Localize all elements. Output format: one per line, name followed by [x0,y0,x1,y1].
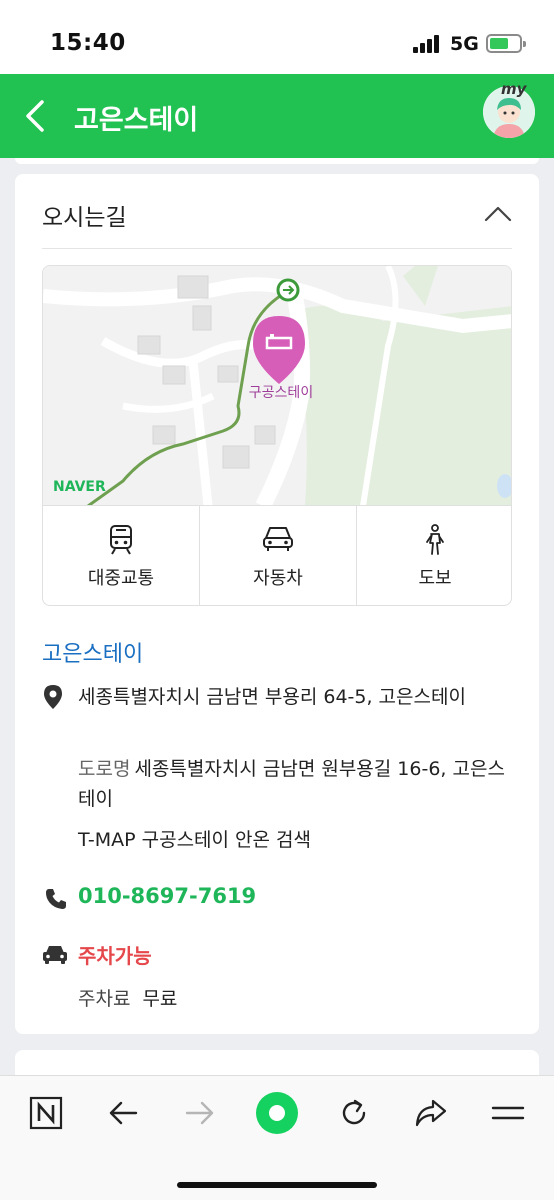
parking-car-icon [42,943,68,969]
naver-home-button[interactable] [24,1093,68,1133]
place-name-link[interactable]: 고은스테이 [42,636,143,668]
forward-nav-button[interactable] [178,1093,222,1133]
mode-transit-label: 대중교통 [87,568,155,589]
collapse-button[interactable] [481,200,515,226]
green-dot-button[interactable] [255,1092,299,1134]
road-name-tag: 도로명 [78,758,131,780]
map-container: 구공스테이 NAVER 대중교통 자동차 도보 [42,265,512,606]
previous-card-edge [15,158,539,164]
map[interactable]: 구공스테이 NAVER [43,266,511,510]
parking-fee: 주차료 무료 [78,984,177,1011]
phone-icon [45,888,67,914]
mode-transit-button[interactable]: 대중교통 [43,506,200,605]
back-nav-button[interactable] [101,1093,145,1133]
divider [42,248,512,249]
naver-n-icon [29,1096,63,1130]
forward-arrow-icon [185,1101,214,1125]
menu-button[interactable] [486,1093,530,1133]
status-bar: 15:40 5G [0,0,554,74]
share-icon [415,1099,447,1127]
phone-number-link[interactable]: 010-8697-7619 [78,884,256,908]
map-graphic: 구공스테이 NAVER [43,266,511,510]
car-icon [263,527,293,551]
mode-walk-button[interactable]: 도보 [357,506,511,605]
transport-mode-row: 대중교통 자동차 도보 [43,505,511,605]
chevron-left-icon [26,100,44,132]
network-label: 5G [450,33,479,55]
menu-icon [491,1106,525,1120]
page-title: 고은스테이 [74,105,199,136]
green-dot-icon [256,1092,298,1134]
signal-icon [413,35,441,53]
parking-fee-value: 무료 [142,988,178,1010]
map-pin-label: 구공스테이 [249,385,313,401]
mode-walk-label: 도보 [418,568,452,589]
address-road: 도로명 세종특별자치시 금남면 원부용길 16-6, 고은스테이 [78,754,518,814]
back-button[interactable] [20,94,60,138]
train-icon [110,525,132,555]
tmap-info: T-MAP 구공스테이 안온 검색 [78,829,312,851]
parking-status: 주차가능 [78,944,152,968]
my-label: my [501,80,527,98]
address-road-text: 세종특별자치시 금남면 원부용길 16-6, 고은스테이 [78,758,505,810]
share-button[interactable] [409,1093,453,1133]
walk-icon [426,524,444,555]
home-indicator [177,1182,377,1188]
mode-car-button[interactable]: 자동차 [200,506,357,605]
battery-icon [486,34,526,53]
mode-car-label: 자동차 [253,568,303,589]
address-jibun: 세종특별자치시 금남면 부용리 64-5, 고은스테이 [78,686,466,708]
refresh-icon [342,1099,366,1125]
status-time: 15:40 [50,30,126,56]
chevron-up-icon [484,206,512,222]
naver-logo: NAVER [53,479,106,495]
app-header: 고은스테이 [0,74,554,158]
section-title: 오시는길 [42,205,127,231]
back-arrow-icon [109,1101,138,1125]
location-pin-icon [43,684,63,714]
parking-fee-label: 주차료 [78,988,131,1010]
refresh-button[interactable] [332,1093,376,1133]
directions-card: 오시는길 구공스테이 NAVER 대중교통 자동차 도보 고은스테이 세종특별자… [15,174,539,1034]
